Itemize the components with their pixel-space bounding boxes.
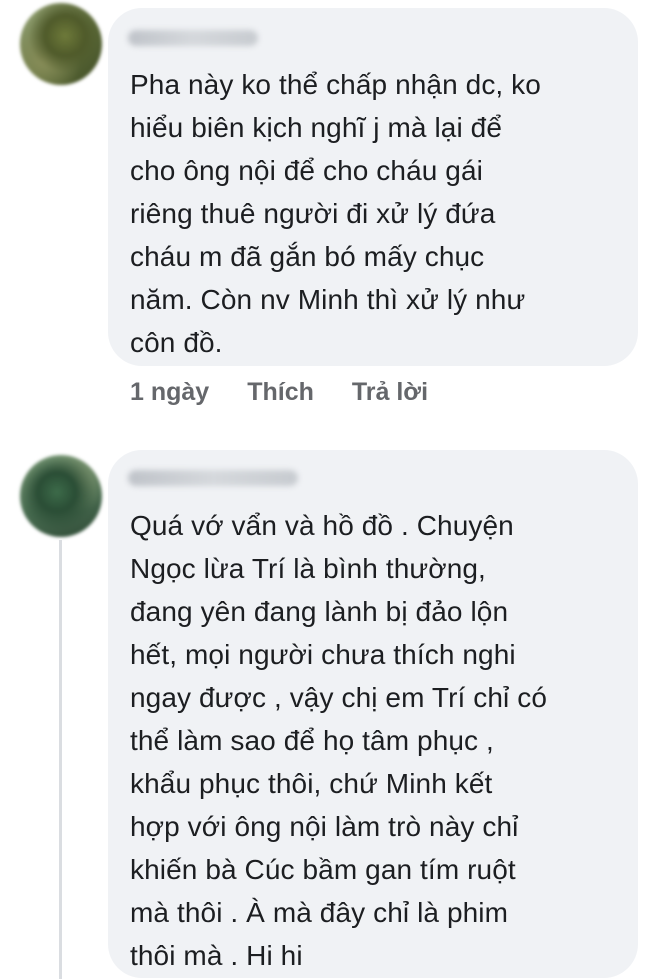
comment-text: Quá vớ vẩn và hồ đồ . Chuyện Ngọc lừa Tr… [130, 510, 547, 971]
author-name-blurred[interactable] [128, 30, 258, 46]
thread-line [59, 540, 62, 979]
comment-bubble: Quá vớ vẩn và hồ đồ . Chuyện Ngọc lừa Tr… [108, 450, 638, 978]
comment-bubble: Pha này ko thể chấp nhận dc, ko hiểu biê… [108, 8, 638, 366]
comment-text: Pha này ko thể chấp nhận dc, ko hiểu biê… [130, 69, 541, 358]
like-button[interactable]: Thích [247, 378, 314, 407]
avatar[interactable] [20, 3, 102, 85]
author-name-blurred[interactable] [128, 470, 298, 486]
reply-button[interactable]: Trả lời [352, 378, 428, 407]
comment-actions: 1 ngày Thích Trả lời [130, 378, 428, 407]
avatar[interactable] [20, 455, 102, 537]
comment-timestamp[interactable]: 1 ngày [130, 378, 209, 407]
comment-thread: Pha này ko thể chấp nhận dc, ko hiểu biê… [0, 0, 660, 979]
